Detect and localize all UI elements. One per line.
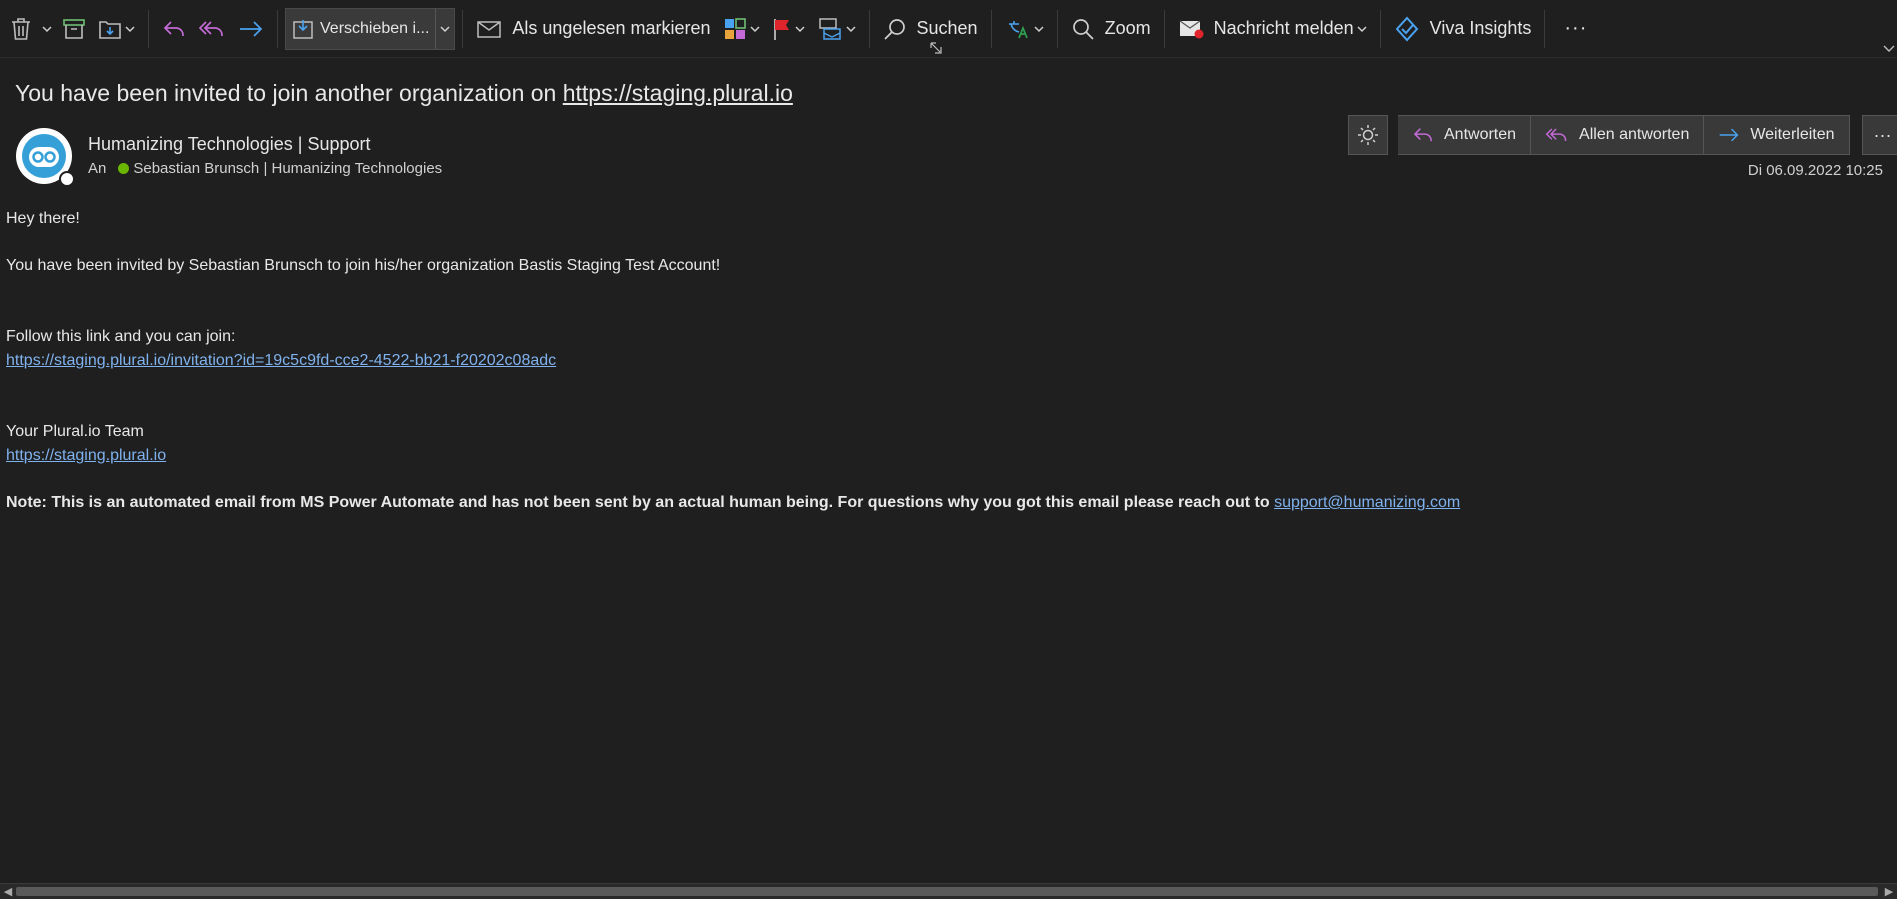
- search-icon: [883, 18, 905, 40]
- envelope-icon: [477, 20, 502, 38]
- delete-button[interactable]: [4, 9, 38, 49]
- subject-link[interactable]: https://staging.plural.io: [563, 80, 793, 106]
- chevron-down-icon: [1034, 25, 1044, 32]
- support-email-link[interactable]: support@humanizing.com: [1274, 494, 1460, 511]
- toolbar-divider: [1544, 9, 1546, 48]
- report-message-button[interactable]: Nachricht melden: [1172, 9, 1373, 49]
- reply-icon: [1413, 128, 1432, 142]
- horizontal-scrollbar[interactable]: ◀ ▶: [0, 883, 1897, 899]
- more-options-icon: ···: [1564, 17, 1588, 39]
- mark-unread-label: Als ungelesen markieren: [512, 18, 711, 38]
- viva-insights-icon: [1395, 16, 1419, 41]
- reply-all-action-label: Allen antworten: [1579, 126, 1690, 143]
- toolbar-divider: [1163, 9, 1165, 48]
- received-date: Di 06.09.2022 10:25: [1747, 162, 1883, 179]
- reply-all-icon: [1545, 128, 1567, 141]
- move-to-folder-button[interactable]: [92, 9, 141, 49]
- chevron-down-icon: [42, 25, 52, 32]
- zoom-label: Zoom: [1104, 18, 1151, 38]
- body-greeting: Hey there!: [6, 210, 80, 227]
- toolbar-divider: [1379, 9, 1381, 48]
- toolbar-divider: [277, 9, 278, 48]
- subject-text: You have been invited to join another or…: [15, 80, 563, 106]
- expand-dialog-icon[interactable]: [930, 42, 942, 54]
- scroll-right-icon[interactable]: ▶: [1882, 885, 1896, 899]
- trash-icon: [12, 17, 30, 40]
- theme-toggle-button[interactable]: [1348, 115, 1388, 155]
- chevron-down-icon: [845, 25, 856, 32]
- flag-icon: [773, 18, 789, 40]
- presence-available-icon: [118, 163, 130, 174]
- archive-icon: [63, 18, 85, 39]
- mark-unread-button[interactable]: Als ungelesen markieren: [470, 9, 716, 49]
- move-to-label: Verschieben i...: [320, 19, 430, 37]
- recipient-line: An Sebastian Brunsch | Humanizing Techno…: [88, 160, 442, 177]
- translate-icon: [1008, 20, 1028, 38]
- scroll-left-icon[interactable]: ◀: [1, 885, 15, 899]
- scrollbar-thumb[interactable]: [16, 887, 1878, 896]
- more-options-icon: ···: [1873, 124, 1892, 145]
- body-follow-line: Follow this link and you can join:: [6, 328, 236, 345]
- toolbar-divider: [990, 9, 992, 48]
- invitation-link[interactable]: https://staging.plural.io/invitation?id=…: [6, 352, 556, 369]
- toolbar-divider: [148, 9, 149, 48]
- chevron-down-icon: [749, 25, 760, 32]
- rules-icon: [818, 17, 841, 40]
- reply-icon: [163, 20, 184, 36]
- chevron-down-icon: [440, 25, 450, 32]
- reply-action-label: Antworten: [1444, 126, 1517, 143]
- move-to-button[interactable]: Verschieben i...: [285, 7, 456, 50]
- sun-icon: [1358, 125, 1378, 145]
- forward-icon: [240, 20, 263, 37]
- collapse-ribbon-icon[interactable]: [1883, 43, 1895, 53]
- rules-button[interactable]: [811, 9, 862, 49]
- reply-all-action-button[interactable]: Allen antworten: [1531, 115, 1705, 155]
- report-message-icon: [1179, 20, 1204, 38]
- viva-insights-label: Viva Insights: [1429, 18, 1532, 38]
- forward-action-label: Weiterleiten: [1750, 126, 1835, 143]
- sender-avatar[interactable]: [14, 126, 74, 186]
- search-label: Suchen: [916, 18, 978, 38]
- reply-all-icon: [198, 20, 223, 36]
- chevron-down-icon: [1357, 25, 1367, 32]
- body-invite-line: You have been invited by Sebastian Bruns…: [6, 257, 721, 274]
- site-link[interactable]: https://staging.plural.io: [6, 447, 166, 464]
- toolbar-divider: [462, 9, 464, 48]
- zoom-icon: [1072, 18, 1094, 40]
- toolbar-divider: [868, 9, 870, 48]
- zoom-button[interactable]: Zoom: [1065, 9, 1157, 49]
- follow-up-button[interactable]: [766, 9, 811, 49]
- chevron-down-icon: [125, 25, 135, 32]
- viva-insights-button[interactable]: Viva Insights: [1388, 9, 1538, 49]
- move-to-icon: [293, 19, 313, 39]
- reply-button[interactable]: [156, 9, 192, 49]
- note-text: Note: This is an automated email from MS…: [6, 494, 1275, 511]
- to-label: An: [88, 160, 107, 177]
- folder-move-icon: [99, 20, 121, 39]
- delete-dropdown[interactable]: [38, 9, 56, 49]
- body-note: Note: This is an automated email from MS…: [6, 494, 1460, 512]
- categorize-icon: [724, 17, 746, 39]
- archive-button[interactable]: [56, 9, 92, 49]
- ribbon-toolbar: Verschieben i... Als ungelesen markieren…: [0, 0, 1897, 58]
- forward-action-button[interactable]: Weiterleiten: [1704, 115, 1850, 155]
- sender-name[interactable]: Humanizing Technologies | Support: [88, 134, 371, 155]
- email-subject: You have been invited to join another or…: [15, 80, 793, 107]
- move-to-dropdown[interactable]: [435, 8, 450, 49]
- report-message-label: Nachricht melden: [1213, 18, 1354, 38]
- message-more-button[interactable]: ···: [1861, 115, 1897, 155]
- forward-button[interactable]: [232, 9, 270, 49]
- reply-all-button[interactable]: [192, 9, 232, 49]
- reply-action-button[interactable]: Antworten: [1398, 115, 1532, 155]
- categorize-button[interactable]: [717, 9, 766, 49]
- more-options-button[interactable]: ···: [1552, 9, 1599, 49]
- chevron-down-icon: [794, 25, 805, 32]
- toolbar-divider: [1056, 9, 1058, 48]
- message-actions: Antworten Allen antworten Weiterleiten ·…: [1348, 115, 1897, 155]
- recipient-name[interactable]: Sebastian Brunsch | Humanizing Technolog…: [133, 160, 442, 177]
- translate-button[interactable]: [999, 9, 1050, 49]
- body-signoff: Your Plural.io Team: [6, 423, 144, 440]
- forward-icon: [1720, 128, 1739, 142]
